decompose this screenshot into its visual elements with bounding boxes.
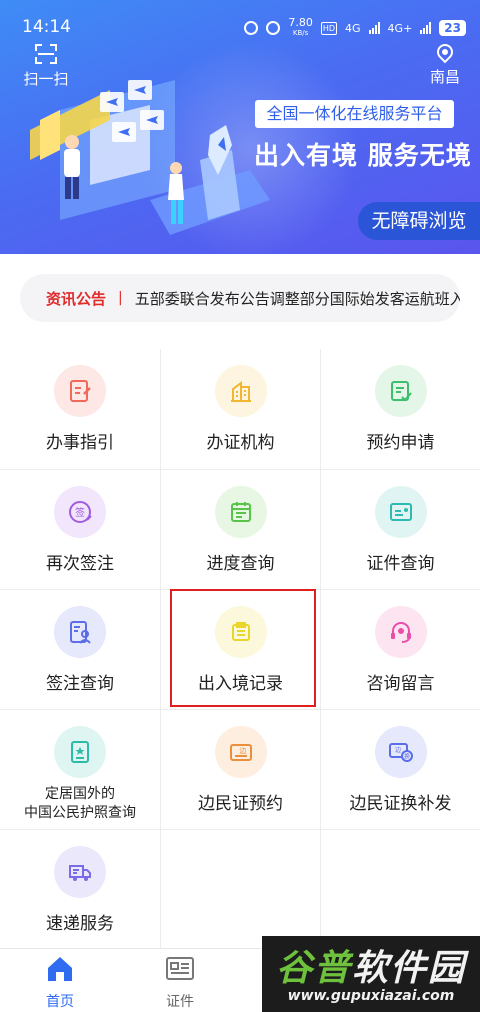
platform-tag: 全国一体化在线服务平台 xyxy=(255,100,454,128)
service-item-endorsement-query[interactable]: 签注查询 xyxy=(0,590,160,710)
signal-icon xyxy=(368,22,380,34)
nav-label-documents: 证件 xyxy=(166,994,194,1010)
service-label: 预约申请 xyxy=(366,433,435,453)
highlight-box xyxy=(170,589,316,707)
signal-icon-2 xyxy=(420,22,432,34)
header-banner: 14:14 7.80 KB/s HD 4G 4G+ 23 扫一扫 南昌 全国一体… xyxy=(0,0,480,254)
nav-item-home[interactable]: 首页 xyxy=(20,955,100,1011)
service-item-progress[interactable]: 进度查询 xyxy=(160,470,320,590)
service-item-id-query[interactable]: 证件查询 xyxy=(320,470,480,590)
service-item-border-pass-exchange[interactable]: 边换 边民证换补发 xyxy=(320,710,480,830)
passport-icon xyxy=(54,726,106,778)
scan-label: 扫一扫 xyxy=(23,70,69,88)
announcement-text[interactable]: 五部委联合发布公告调整部分国际始发客运航班入境点 xyxy=(135,288,460,309)
status-bar: 14:14 7.80 KB/s HD 4G 4G+ 23 xyxy=(0,0,480,50)
nav-label-home: 首页 xyxy=(46,994,74,1010)
svg-text:签: 签 xyxy=(75,506,85,519)
service-label-line1: 定居国外的 xyxy=(45,786,115,802)
service-label: 进度查询 xyxy=(206,554,275,574)
location-pin-icon xyxy=(433,40,457,64)
announcement-tag: 资讯公告 xyxy=(46,289,107,308)
edit-document-icon xyxy=(54,365,106,417)
service-item-appointment[interactable]: 预约申请 xyxy=(320,349,480,469)
service-row: 速递服务 xyxy=(0,829,480,950)
scan-button[interactable]: 扫一扫 xyxy=(20,44,72,89)
service-row: 签 再次签注 进度查询 证件查询 xyxy=(0,469,480,590)
service-row: 办事指引 办证机构 预约申请 xyxy=(0,349,480,469)
id-card-icon xyxy=(375,486,427,538)
service-label: 边民证换补发 xyxy=(349,794,452,814)
service-item-office[interactable]: 办证机构 xyxy=(160,349,320,469)
accessibility-button[interactable]: 无障碍浏览 xyxy=(358,202,480,240)
network-type-1: 4G xyxy=(345,21,361,35)
announcement-bar[interactable]: 资讯公告 | 五部委联合发布公告调整部分国际始发客运航班入境点 xyxy=(20,274,460,322)
banner-slogan: 出入有境 服务无境 xyxy=(254,141,472,170)
watermark-title-part1: 谷普 xyxy=(275,948,352,989)
status-icons: 7.80 KB/s HD 4G 4G+ 23 xyxy=(244,16,466,38)
border-pass-icon: 边 xyxy=(215,726,267,778)
status-time: 14:14 xyxy=(22,17,71,37)
network-speed-value: 7.80 xyxy=(288,16,313,29)
calendar-icon xyxy=(215,486,267,538)
location-label: 南昌 xyxy=(429,68,460,86)
network-speed-unit: KB/s xyxy=(292,29,309,37)
watermark-title: 谷普软件园 xyxy=(268,939,474,991)
service-item-guide[interactable]: 办事指引 xyxy=(0,349,160,469)
building-icon xyxy=(215,365,267,417)
service-item-delivery[interactable]: 速递服务 xyxy=(0,830,160,950)
service-label: 定居国外的 中国公民护照查询 xyxy=(0,785,160,823)
service-item-resign[interactable]: 签 再次签注 xyxy=(0,470,160,590)
service-label-line2: 中国公民护照查询 xyxy=(24,805,136,821)
service-label: 办事指引 xyxy=(46,433,114,453)
watermark-title-part2: 软件园 xyxy=(352,948,467,989)
nav-item-documents[interactable]: 证件 xyxy=(140,955,220,1011)
alarm-icon xyxy=(244,21,259,35)
network-speed: 7.80 KB/s xyxy=(288,16,313,38)
delivery-truck-icon xyxy=(54,846,106,898)
border-pass-exchange-icon: 边换 xyxy=(375,726,427,778)
svg-text:边: 边 xyxy=(240,746,247,755)
person-document-icon xyxy=(54,606,106,658)
service-row: 定居国外的 中国公民护照查询 边 边民证预约 边换 边民证换补发 xyxy=(0,709,480,830)
hd-icon: HD xyxy=(320,21,338,35)
scan-icon xyxy=(35,44,57,64)
network-type-2: 4G+ xyxy=(387,21,413,35)
mute-icon xyxy=(266,21,281,35)
empty-cell xyxy=(160,830,320,950)
svg-text:边: 边 xyxy=(395,746,401,754)
service-label: 证件查询 xyxy=(366,554,435,574)
watermark: 谷普软件园 www.gupuxiazai.com xyxy=(262,936,480,1012)
watermark-url: www.gupuxiazai.com xyxy=(287,988,455,1004)
home-icon xyxy=(48,957,72,981)
service-label: 咨询留言 xyxy=(366,674,435,694)
location-button[interactable]: 南昌 xyxy=(429,40,460,87)
document-card-icon xyxy=(166,957,194,980)
empty-cell xyxy=(320,830,480,950)
service-label: 速递服务 xyxy=(46,914,114,934)
battery-icon: 23 xyxy=(439,20,466,36)
service-item-passport-abroad[interactable]: 定居国外的 中国公民护照查询 xyxy=(0,710,160,830)
sign-stamp-icon: 签 xyxy=(54,486,106,538)
svg-text:换: 换 xyxy=(404,753,410,761)
checklist-icon xyxy=(375,365,427,417)
service-item-border-pass-appointment[interactable]: 边 边民证预约 xyxy=(160,710,320,830)
service-label: 签注查询 xyxy=(46,674,114,694)
service-item-consult[interactable]: 咨询留言 xyxy=(320,590,480,710)
headset-icon xyxy=(375,606,427,658)
service-label: 办证机构 xyxy=(206,433,275,453)
announcement-separator: | xyxy=(118,290,123,306)
service-label: 再次签注 xyxy=(46,554,114,574)
service-label: 边民证预约 xyxy=(198,794,283,814)
